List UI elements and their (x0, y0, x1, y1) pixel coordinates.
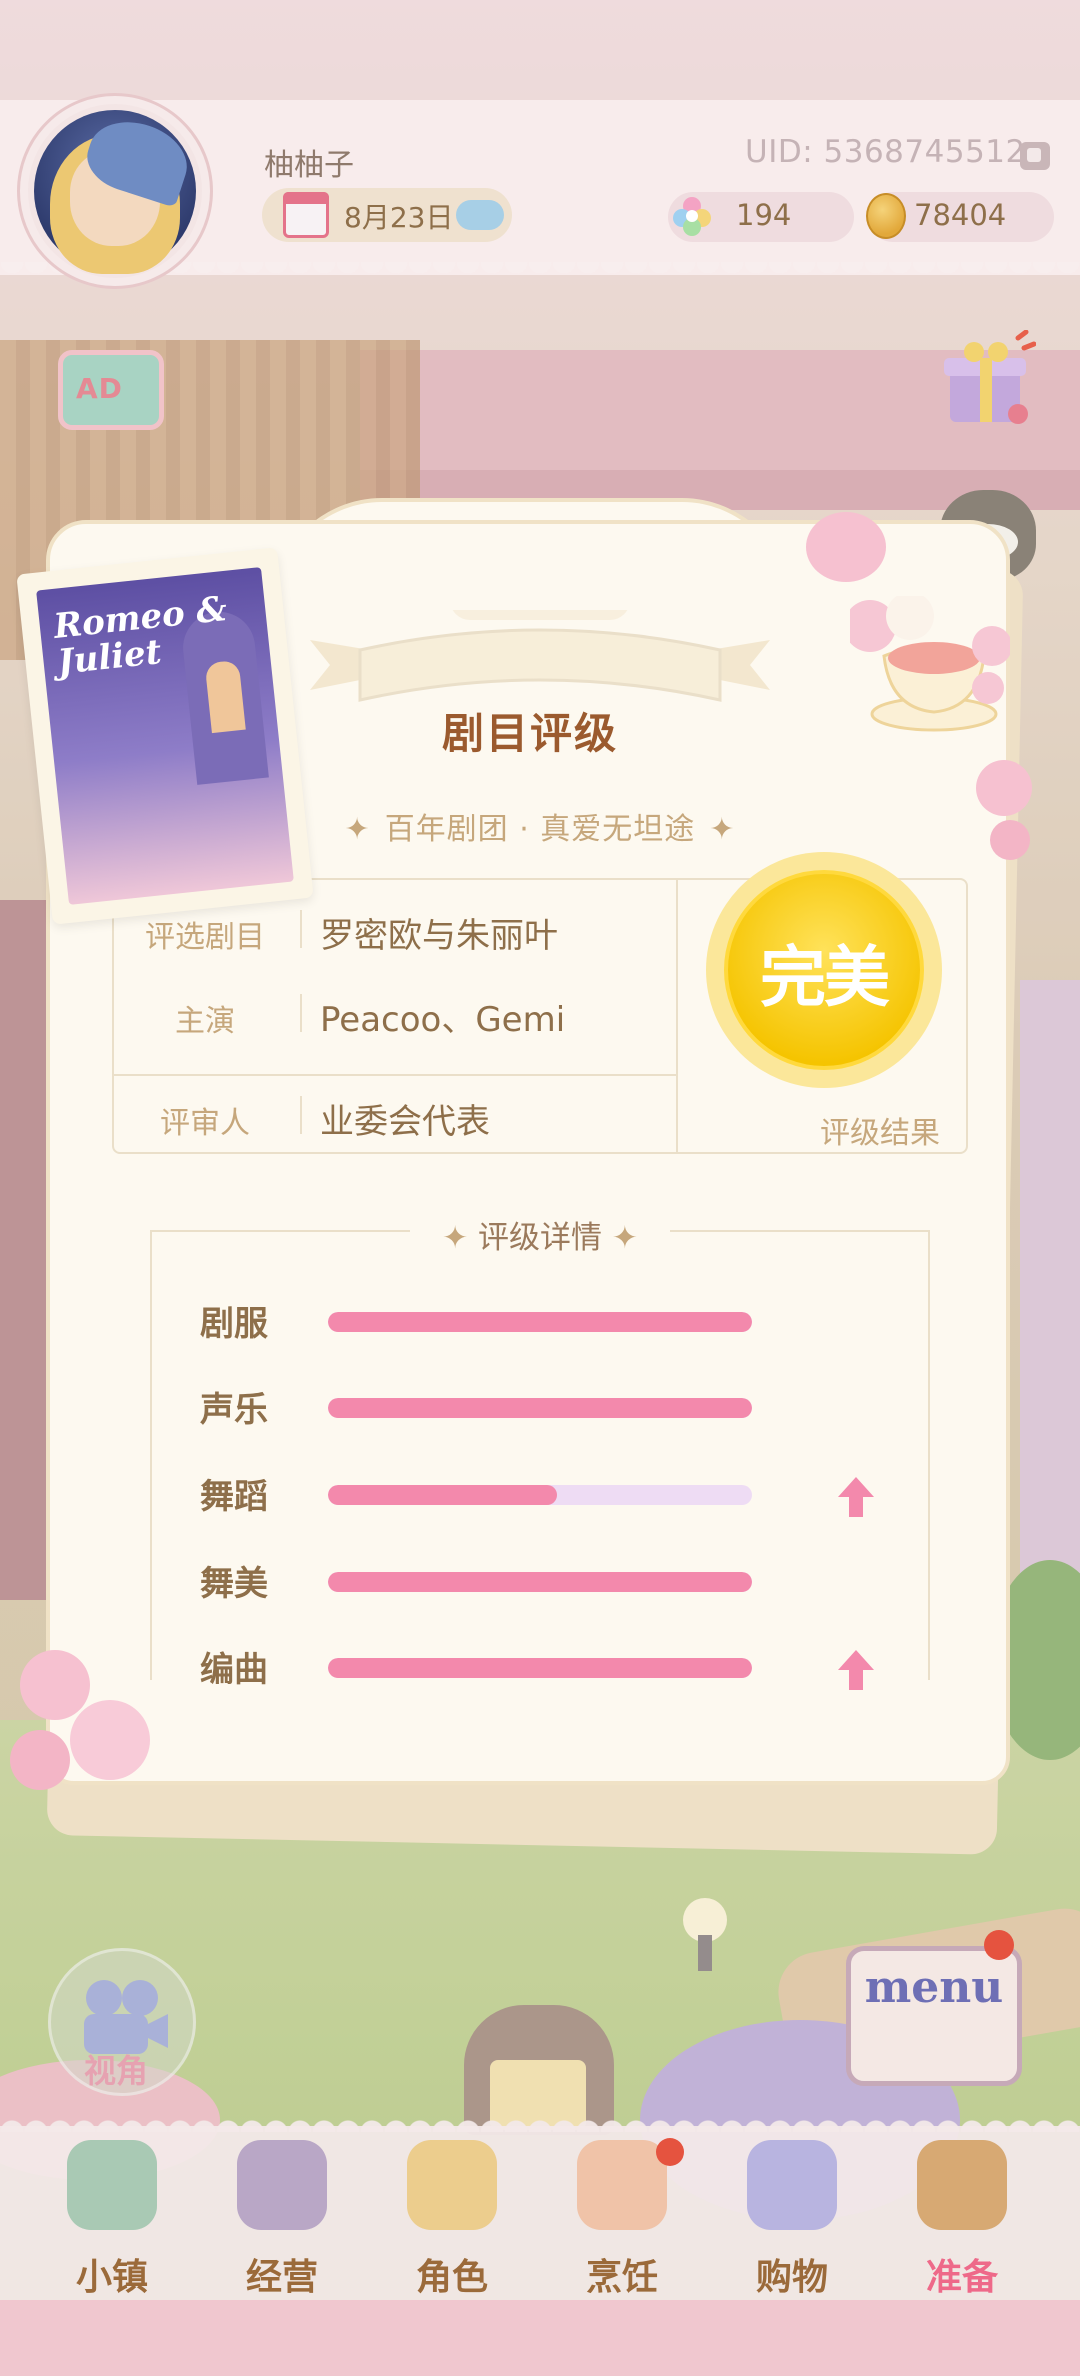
play-poster: Romeo & Juliet (16, 547, 314, 925)
nav-label: 准备 (925, 2257, 998, 2298)
gem-count: 194 (736, 198, 792, 232)
nav-label: 烹饪 (585, 2257, 658, 2298)
map-icon (67, 2140, 157, 2230)
weather-cloud-icon (456, 200, 504, 230)
info-table-divider (112, 1074, 676, 1076)
info-table-divider (676, 878, 678, 1154)
card-subtitle-text: 百年剧团 · 真爱无坦途 (384, 812, 696, 847)
rose-decoration (806, 512, 886, 582)
nav-label: 角色 (415, 2257, 488, 2298)
info-value-judge: 业委会代表 (320, 1102, 490, 1142)
info-separator (300, 994, 302, 1032)
poster-art: Romeo & Juliet (36, 567, 294, 905)
card-title: 剧目评级 (441, 709, 618, 758)
stat-label: 编曲 (200, 1650, 268, 1690)
gift-icon[interactable] (940, 330, 1036, 430)
rose-decoration (70, 1700, 150, 1780)
info-value-play: 罗密欧与朱丽叶 (320, 916, 558, 956)
nav-item[interactable]: 购物 (712, 2140, 872, 2298)
rose-decoration (990, 820, 1030, 860)
stat-bar-fill (328, 1398, 752, 1418)
stat-bar-track (328, 1658, 752, 1678)
shopping-bag-icon (747, 2140, 837, 2230)
nav-item[interactable]: 经营 (202, 2140, 362, 2298)
stat-bar-track (328, 1312, 752, 1332)
gem-icon (673, 197, 711, 236)
basket-icon (917, 2140, 1007, 2230)
notification-dot (656, 2138, 684, 2166)
coin-icon (866, 193, 906, 239)
info-separator (300, 1096, 302, 1134)
stat-label: 舞美 (200, 1564, 268, 1604)
ad-label: AD (76, 372, 123, 405)
avatar[interactable] (20, 96, 210, 286)
nav-label: 购物 (755, 2257, 828, 2298)
calendar-icon (283, 192, 329, 238)
details-title-text: 评级详情 (478, 1220, 602, 1256)
current-date: 8月23日 (344, 201, 454, 234)
info-label-cast: 主演 (175, 1004, 235, 1039)
nav-item[interactable]: 准备 (882, 2140, 1042, 2298)
rose-decoration (10, 1730, 70, 1790)
notification-dot (984, 1930, 1014, 1960)
info-label-play: 评选剧目 (145, 920, 265, 955)
upgrade-arrow-icon[interactable] (836, 1475, 876, 1519)
stat-bar-fill (328, 1485, 557, 1505)
upgrade-arrow-icon[interactable] (836, 1648, 876, 1692)
stat-label: 舞蹈 (200, 1477, 268, 1517)
username: 柚柚子 (264, 148, 354, 183)
rose-decoration (20, 1650, 90, 1720)
grade-text: 完美 (760, 939, 890, 1016)
copy-icon[interactable] (1020, 142, 1050, 170)
stat-bar-fill (328, 1572, 752, 1592)
info-value-cast: Peacoo、Gemi (320, 1000, 566, 1040)
user-id: UID: 5368745512 (745, 134, 1026, 170)
coin-count: 78404 (914, 198, 1007, 232)
nav-label: 经营 (245, 2257, 318, 2298)
stat-bar-track (328, 1485, 752, 1505)
stat-label: 声乐 (200, 1390, 268, 1430)
nav-item[interactable]: 角色 (372, 2140, 532, 2298)
grade-caption: 评级结果 (820, 1116, 940, 1151)
teacup-decoration (850, 596, 1010, 732)
info-label-judge: 评审人 (160, 1106, 250, 1141)
rose-decoration (976, 760, 1032, 816)
nav-label: 小镇 (75, 2257, 148, 2298)
details-title: 评级详情 (410, 1212, 670, 1257)
briefcase-icon (237, 2140, 327, 2230)
info-separator (300, 910, 302, 948)
camera-view-label: 视角 (84, 2052, 149, 2090)
bottom-nav-strip (0, 2300, 1080, 2376)
stat-bar-track (328, 1398, 752, 1418)
card-subtitle: 百年剧团 · 真爱无坦途 (315, 804, 765, 848)
nav-item[interactable]: 小镇 (32, 2140, 192, 2298)
stat-bar-fill (328, 1312, 752, 1332)
stat-label: 剧服 (200, 1304, 268, 1344)
stat-bar-track (328, 1572, 752, 1592)
food-icon (577, 2140, 667, 2230)
menu-label: menu (864, 1962, 1004, 2013)
stat-bar-fill (328, 1658, 752, 1678)
character-icon (407, 2140, 497, 2230)
